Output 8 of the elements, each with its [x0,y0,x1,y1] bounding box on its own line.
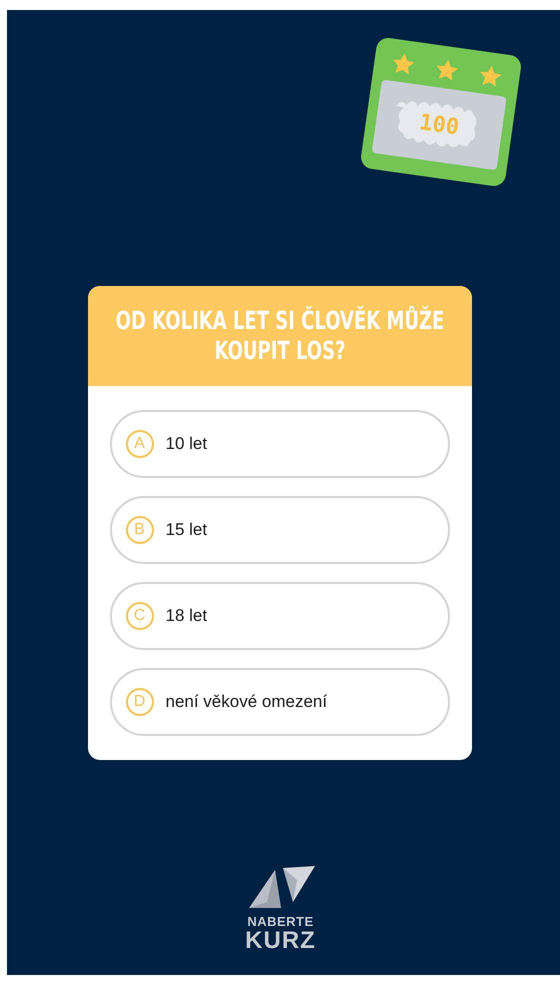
answer-option[interactable]: B 15 let [110,496,450,564]
logo-text: KURZ [245,929,316,953]
question-title: OD KOLIKA LET SI ČLOVĚK MŮŽE KOUPIT LOS? [114,306,445,366]
answer-option[interactable]: D není věkové omezení [110,668,450,736]
answer-option[interactable]: C 18 let [110,582,450,650]
logo-text: NABERTE [247,914,314,929]
answer-option[interactable]: A 10 let [110,410,450,478]
ticket-value: 100 [418,110,461,140]
